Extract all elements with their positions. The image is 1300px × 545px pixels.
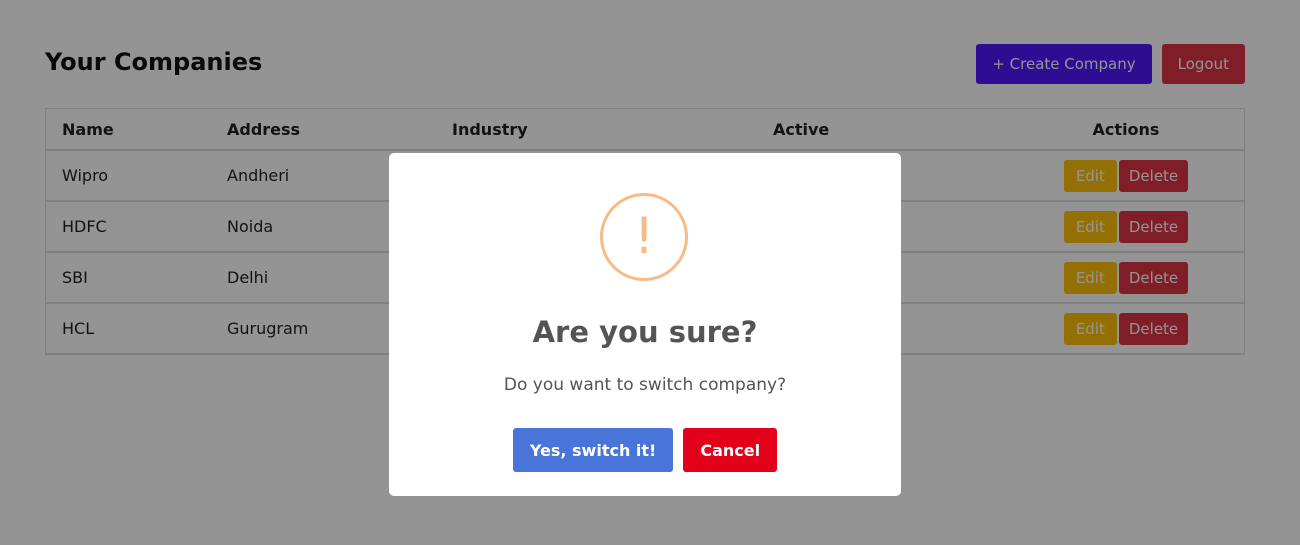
companies-page: Your Companies + Create Company Logout N… — [0, 0, 1300, 545]
dialog-message: Do you want to switch company? — [503, 375, 787, 395]
warning-icon: ! — [600, 193, 688, 281]
dialog-title: Are you sure? — [532, 315, 758, 349]
confirm-dialog: ! Are you sure? Do you want to switch co… — [389, 153, 901, 496]
dialog-actions: Yes, switch it! Cancel — [389, 428, 901, 472]
confirm-switch-button[interactable]: Yes, switch it! — [512, 428, 674, 472]
exclamation-mark: ! — [633, 207, 655, 265]
cancel-button[interactable]: Cancel — [683, 428, 778, 472]
